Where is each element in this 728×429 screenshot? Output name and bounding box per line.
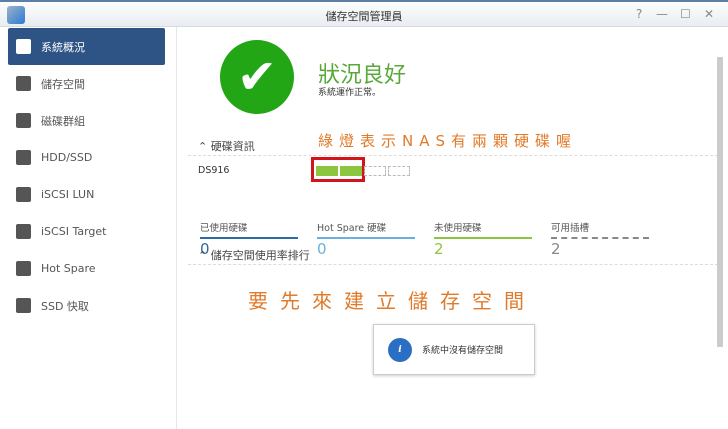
sidebar-item-label: iSCSI LUN: [41, 188, 95, 201]
stat-label: 已使用硬碟: [200, 220, 298, 239]
sidebar-item-4[interactable]: iSCSI LUN: [8, 176, 165, 213]
stat-value: 2: [434, 240, 444, 258]
target-icon: [16, 224, 31, 239]
sidebar-item-6[interactable]: Hot Spare: [8, 250, 165, 287]
hdd-icon: [16, 150, 31, 165]
usage-label: 儲存空間使用率排行: [210, 249, 310, 262]
sidebar-item-5[interactable]: iSCSI Target: [8, 213, 165, 250]
sidebar-item-label: 系統概況: [41, 40, 85, 54]
sidebar: 系統概況儲存空間磁碟群組 HDD/SSD iSCSI LUN iSCSI Target…: [0, 27, 177, 429]
minimize-button[interactable]: —: [656, 7, 668, 21]
sidebar-item-label: SSD 快取: [41, 299, 89, 313]
disk-info-label: 硬碟資訊: [210, 140, 255, 153]
disk-slot-used: [316, 166, 338, 176]
empty-message-text: 系統中沒有儲存空間: [422, 346, 504, 356]
ssd-cache-icon: [16, 298, 31, 313]
usage-header[interactable]: ⌃ 儲存空間使用率排行: [198, 247, 310, 263]
sidebar-item-label: 儲存空間: [41, 77, 85, 91]
sidebar-item-label: HDD/SSD: [41, 151, 93, 164]
stat-label: Hot Spare 硬碟: [317, 220, 415, 239]
disk-stat: Hot Spare 硬碟 0: [317, 220, 415, 258]
maximize-button[interactable]: ☐: [680, 7, 691, 21]
stat-value: 0: [317, 240, 327, 258]
sidebar-item-7[interactable]: SSD 快取: [8, 287, 165, 324]
hot-spare-icon: [16, 261, 31, 276]
disk-slots: [316, 166, 410, 176]
stat-value: 2: [551, 240, 561, 258]
empty-message: i 系統中沒有儲存空間: [373, 324, 535, 375]
disk-slot-used: [340, 166, 362, 176]
sidebar-item-0[interactable]: 系統概況: [8, 28, 165, 65]
scrollbar[interactable]: [717, 57, 723, 347]
volume-icon: [16, 76, 31, 91]
stat-label: 可用插槽: [551, 220, 649, 239]
sidebar-item-label: 磁碟群組: [41, 114, 85, 128]
stat-label: 未使用硬碟: [434, 220, 532, 239]
sidebar-item-2[interactable]: 磁碟群組: [8, 102, 165, 139]
sidebar-item-label: iSCSI Target: [41, 225, 107, 238]
disk-group-icon: [16, 113, 31, 128]
nas-model: DS916: [198, 165, 230, 176]
disk-info-header[interactable]: ⌃ 硬碟資訊: [198, 138, 255, 154]
check-icon: ✔: [220, 40, 294, 114]
chevron-up-icon: ⌃: [198, 140, 211, 153]
sidebar-item-1[interactable]: 儲存空間: [8, 65, 165, 102]
sidebar-item-label: Hot Spare: [41, 262, 96, 275]
window-title: 儲存空間管理員: [325, 10, 403, 23]
disk-stat: 未使用硬碟 2: [434, 220, 532, 258]
close-button[interactable]: ✕: [704, 7, 714, 21]
help-button[interactable]: ?: [636, 7, 642, 21]
sidebar-item-3[interactable]: HDD/SSD: [8, 139, 165, 176]
disk-stat: 可用插槽 2: [551, 220, 649, 258]
annotation-disks: 綠燈表示NAS有兩顆硬碟喔: [318, 132, 578, 150]
lun-icon: [16, 187, 31, 202]
chevron-up-icon: ⌃: [198, 249, 211, 262]
title-bar: 儲存空間管理員 ? — ☐ ✕: [0, 0, 728, 27]
disk-slot-empty: [388, 166, 410, 176]
status-subtitle: 系統運作正常。: [318, 88, 382, 98]
divider: [188, 155, 718, 156]
main-panel: ✔ 狀況良好 系統運作正常。 ⌃ 硬碟資訊 綠燈表示NAS有兩顆硬碟喔 DS91…: [178, 27, 728, 429]
annotation-create: 要先來建立儲存空間: [248, 289, 536, 313]
disk-slot-empty: [364, 166, 386, 176]
info-icon: i: [388, 337, 412, 362]
divider: [188, 264, 718, 265]
overview-icon: [16, 39, 31, 54]
